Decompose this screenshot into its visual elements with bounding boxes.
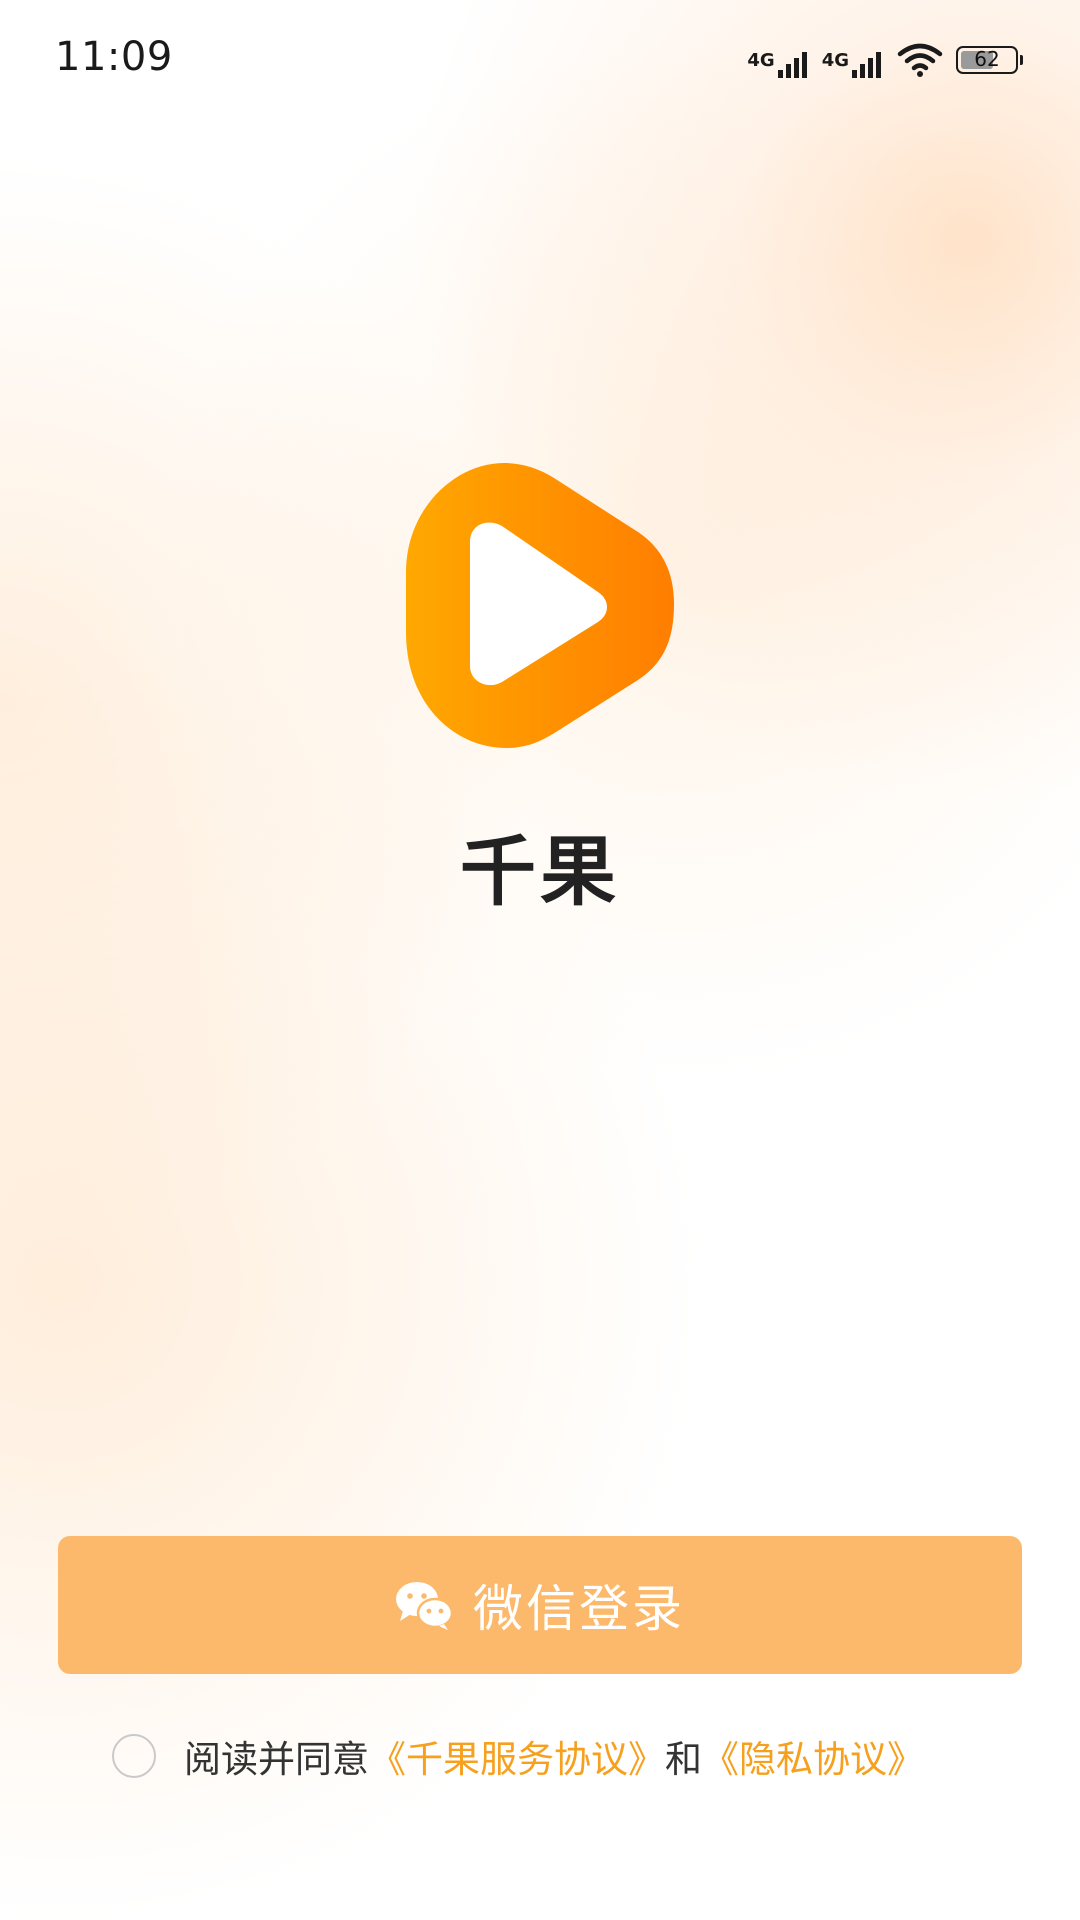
signal-label: 4G bbox=[821, 50, 849, 71]
status-time: 11:09 bbox=[55, 34, 173, 80]
app-name: 千果 bbox=[460, 827, 620, 916]
play-logo-icon bbox=[406, 463, 674, 748]
signal-label: 4G bbox=[747, 50, 775, 71]
service-agreement-link[interactable]: 《千果服务协议》 bbox=[369, 1729, 665, 1783]
wifi-icon bbox=[897, 43, 943, 77]
privacy-agreement-link[interactable]: 《隐私协议》 bbox=[702, 1729, 924, 1783]
status-bar: 11:09 4G 4G 62 bbox=[0, 0, 1080, 120]
wechat-icon bbox=[396, 1582, 453, 1630]
signal-4g-icon: 4G bbox=[822, 52, 884, 78]
agreement-checkbox[interactable] bbox=[112, 1734, 156, 1778]
agreement-conjunction: 和 bbox=[665, 1738, 702, 1781]
battery-icon: 62 bbox=[956, 46, 1023, 74]
signal-4g-icon: 4G bbox=[747, 52, 809, 78]
agreement-row: 阅读并同意 《千果服务协议》 和 《隐私协议》 bbox=[112, 1729, 924, 1783]
status-icons: 4G 4G 62 bbox=[747, 38, 1023, 78]
battery-text: 62 bbox=[974, 47, 1000, 71]
wechat-login-button[interactable]: 微信登录 bbox=[58, 1536, 1022, 1674]
wechat-login-label: 微信登录 bbox=[473, 1580, 685, 1638]
agreement-prefix: 阅读并同意 bbox=[184, 1738, 369, 1781]
